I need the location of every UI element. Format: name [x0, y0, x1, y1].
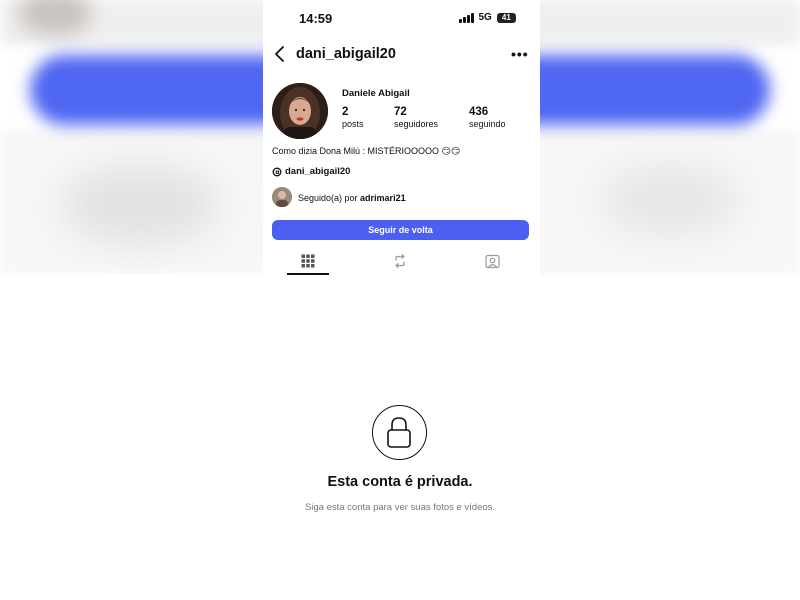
threads-icon	[272, 167, 282, 176]
threads-handle: dani_abigail20	[285, 166, 351, 177]
status-time: 14:59	[299, 11, 333, 26]
blur-avatar-blob	[20, 0, 90, 35]
followed-by-user[interactable]: adrimari21	[360, 193, 406, 203]
stat-following[interactable]: 436 seguindo	[469, 106, 506, 129]
stat-followers-value: 72	[394, 106, 407, 118]
threads-link[interactable]: dani_abigail20	[272, 166, 350, 177]
stat-followers[interactable]: 72 seguidores	[394, 106, 438, 129]
lock-icon	[372, 405, 427, 460]
follower-avatar[interactable]	[272, 187, 292, 207]
followed-by-text[interactable]: Seguido(a) por adrimari21	[298, 193, 406, 203]
reels-repost-icon	[395, 254, 405, 268]
follow-back-button[interactable]: Seguir de volta	[272, 220, 529, 240]
tab-selected-indicator	[287, 273, 329, 275]
more-horizontal-icon[interactable]: •••	[511, 46, 529, 62]
avatar[interactable]	[272, 83, 328, 139]
stat-posts[interactable]: 2 posts	[342, 106, 364, 129]
profile-full-name: Daniele Abigail	[342, 88, 410, 99]
tab-reposts[interactable]	[391, 252, 409, 270]
stat-posts-label: posts	[342, 119, 364, 129]
followed-by-prefix: Seguido(a) por	[298, 193, 361, 203]
profile-panel: 14:59 5G 41 dani_abigail20 ••• Daniele A…	[263, 0, 540, 276]
profile-username: dani_abigail20	[296, 46, 396, 62]
network-type: 5G	[478, 12, 492, 23]
stat-following-value: 436	[469, 106, 489, 118]
grid-icon	[301, 254, 315, 268]
status-indicators: 5G 41	[459, 12, 516, 23]
stat-followers-label: seguidores	[394, 119, 439, 129]
private-account-title: Esta conta é privada.	[327, 474, 473, 490]
blur-gray-left	[60, 165, 220, 245]
tab-grid[interactable]	[299, 252, 317, 270]
stat-following-label: seguindo	[469, 119, 506, 129]
blur-gray-right	[600, 165, 740, 235]
tagged-icon	[484, 254, 500, 268]
stat-posts-value: 2	[342, 106, 349, 118]
private-account-subtitle: Siga esta conta para ver suas fotos e ví…	[304, 502, 496, 513]
battery-icon: 41	[496, 12, 516, 23]
chevron-left-icon[interactable]	[273, 45, 287, 63]
profile-bio: Como dizia Dona Milú : MISTÉRIOOOOO 😏😏	[272, 146, 461, 156]
tab-tagged[interactable]	[483, 252, 501, 270]
signal-icon	[459, 12, 474, 23]
